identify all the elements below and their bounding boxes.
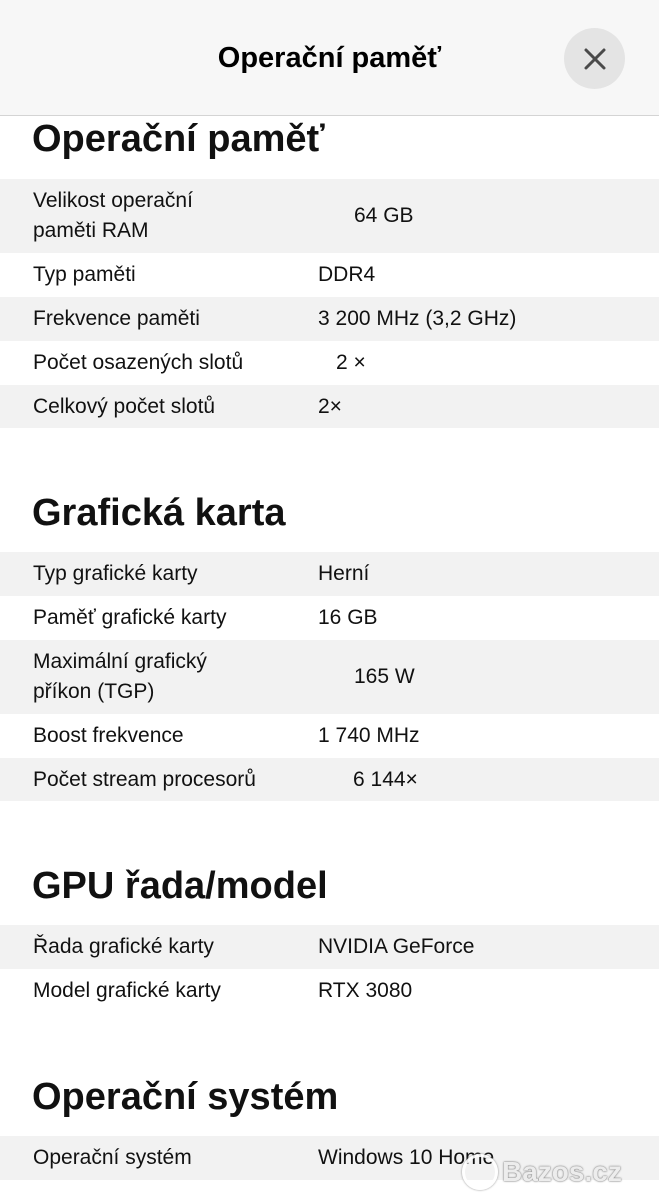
table-row: Maximální grafický příkon (TGP) 165 W xyxy=(0,640,659,714)
row-label: Řada grafické karty xyxy=(33,935,214,958)
section-title-gpu-model: GPU řada/model xyxy=(32,865,328,907)
close-icon xyxy=(584,48,605,69)
row-label: Maximální grafický příkon (TGP) xyxy=(33,650,207,703)
table-row: Frekvence paměti 3 200 MHz (3,2 GHz) xyxy=(0,297,659,341)
row-label: Typ grafické karty xyxy=(33,562,198,585)
row-value: 165 W xyxy=(354,665,415,688)
table-row: Typ paměti DDR4 xyxy=(0,253,659,297)
row-value: 2× xyxy=(318,395,342,418)
table-row: Boost frekvence 1 740 MHz xyxy=(0,714,659,758)
row-value: NVIDIA GeForce xyxy=(318,935,475,958)
row-label: Frekvence paměti xyxy=(33,307,200,330)
row-value: 16 GB xyxy=(318,606,378,629)
row-label: Počet stream procesorů xyxy=(33,768,256,791)
row-value: 3 200 MHz (3,2 GHz) xyxy=(318,307,517,330)
table-row: Počet stream procesorů 6 144× xyxy=(0,758,659,801)
row-label: Model grafické karty xyxy=(33,979,221,1002)
section-title-ram: Operační paměť xyxy=(32,118,325,160)
row-label: Typ paměti xyxy=(33,263,136,286)
row-label: Boost frekvence xyxy=(33,724,184,747)
modal-title: Operační paměť xyxy=(217,42,442,74)
row-value: 2 × xyxy=(336,351,366,374)
table-row: Paměť grafické karty 16 GB xyxy=(0,596,659,640)
table-row: Typ grafické karty Herní xyxy=(0,552,659,596)
row-value: Herní xyxy=(318,562,370,585)
watermark-logo-icon xyxy=(462,1154,498,1190)
row-label: Celkový počet slotů xyxy=(33,395,216,418)
table-row: Model grafické karty RTX 3080 xyxy=(0,969,659,1013)
table-row: Řada grafické karty NVIDIA GeForce xyxy=(0,925,659,969)
row-value: 1 740 MHz xyxy=(318,724,420,747)
row-value: 6 144× xyxy=(353,768,418,791)
close-button[interactable] xyxy=(564,28,625,89)
table-row: Počet osazených slotů 2 × xyxy=(0,341,659,385)
row-value: 64 GB xyxy=(354,204,414,227)
row-label: Paměť grafické karty xyxy=(33,606,227,629)
row-value: DDR4 xyxy=(318,263,376,286)
table-row: Velikost operační paměti RAM 64 GB xyxy=(0,179,659,253)
watermark-text: Bazos.cz xyxy=(502,1156,622,1187)
row-label: Počet osazených slotů xyxy=(33,351,244,374)
table-row: Celkový počet slotů 2× xyxy=(0,385,659,428)
section-title-os: Operační systém xyxy=(32,1076,339,1118)
row-value: RTX 3080 xyxy=(318,979,413,1002)
row-label: Operační systém xyxy=(33,1146,192,1169)
section-title-gpu: Grafická karta xyxy=(32,492,286,534)
watermark: Bazos.cz xyxy=(462,1150,652,1194)
row-label: Velikost operační paměti RAM xyxy=(33,189,193,242)
modal-header: Operační paměť xyxy=(0,0,659,116)
